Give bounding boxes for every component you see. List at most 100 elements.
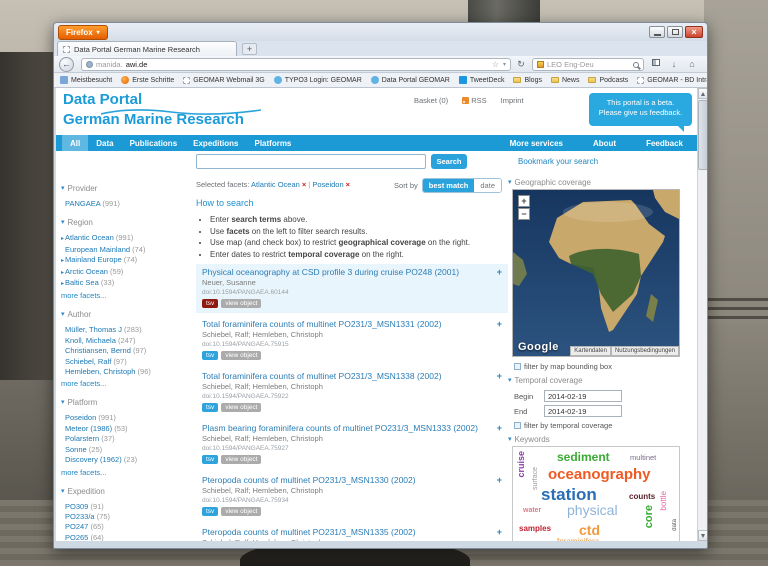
expand-icon[interactable]: + [497, 527, 502, 538]
keyword-surface[interactable]: surface [532, 467, 539, 490]
more-facets-link[interactable]: more facets... [61, 467, 193, 478]
facet-header[interactable]: ▾Expedition [61, 487, 193, 496]
site-identity-icon[interactable] [86, 61, 93, 68]
keyword-data[interactable]: data [672, 519, 678, 531]
result-doi[interactable]: doi:10.1594/PANGAEA.60144 [202, 288, 502, 297]
keyword-physical[interactable]: physical [567, 503, 618, 517]
facet-item[interactable]: Schiebel, Ralf (97) [61, 357, 193, 367]
file-type-badge[interactable]: tsv [202, 403, 218, 412]
search-button[interactable]: Search [431, 154, 467, 169]
facet-link[interactable]: PANGAEA [65, 199, 100, 208]
bookmark-search-link[interactable]: Bookmark your search [518, 157, 598, 166]
result-title-link[interactable]: Physical oceanography at CSD profile 3 d… [202, 267, 459, 278]
sort-best-match-button[interactable]: best match [423, 179, 475, 192]
facet-item[interactable]: Hemleben, Christoph (96) [61, 367, 193, 377]
expand-icon[interactable]: + [497, 423, 502, 434]
facet-item[interactable]: Polarstern (37) [61, 434, 193, 444]
bookmark-item[interactable]: Podcasts [588, 76, 628, 84]
tab-data[interactable]: Data [88, 135, 121, 151]
keyword-oceanography[interactable]: oceanography [548, 467, 651, 482]
facet-link[interactable]: Poseidon [65, 413, 96, 422]
title-bar[interactable]: Firefox ▾ × [54, 23, 707, 41]
file-type-badge[interactable]: tsv [202, 351, 218, 360]
back-button[interactable]: ← [59, 57, 74, 72]
file-type-badge[interactable]: tsv [202, 299, 218, 308]
bookmark-item[interactable]: TweetDeck [459, 76, 505, 84]
facet-item[interactable]: ▸Atlantic Ocean (991) [61, 233, 193, 244]
result-title-link[interactable]: Total foraminifera counts of multinet PO… [202, 319, 442, 330]
expand-icon[interactable]: + [497, 319, 502, 330]
facet-link[interactable]: Christiansen, Bernd [65, 346, 131, 355]
home-button[interactable]: ⌂ [684, 58, 700, 71]
facet-link[interactable]: Arctic Ocean [65, 267, 108, 276]
selected-facet[interactable]: Atlantic Ocean× [251, 180, 306, 189]
keyword-sediment[interactable]: sediment [557, 451, 610, 463]
scroll-down-button[interactable] [698, 530, 707, 541]
geographic-coverage-header[interactable]: ▾ Geographic coverage [508, 178, 694, 187]
sort-date-button[interactable]: date [474, 179, 501, 192]
keyword-bottle[interactable]: bottle [660, 491, 668, 511]
facet-link[interactable]: Mainland Europe [65, 255, 122, 264]
close-button[interactable]: × [685, 26, 703, 38]
expand-icon[interactable]: + [497, 267, 502, 278]
facet-link[interactable]: Hemleben, Christoph [65, 367, 135, 376]
keyword-core[interactable]: core [644, 505, 655, 528]
result-doi[interactable]: doi:10.1594/PANGAEA.75922 [202, 392, 502, 401]
facet-link[interactable]: Müller, Thomas J [65, 325, 122, 334]
facet-item[interactable]: Discovery (1962) (23) [61, 455, 193, 465]
maximize-button[interactable] [667, 26, 683, 38]
view-object-badge[interactable]: view object [221, 507, 261, 516]
facet-link[interactable]: European Mainland [65, 245, 130, 254]
keyword-samples[interactable]: samples [519, 525, 551, 533]
remove-facet-icon[interactable]: × [346, 180, 350, 189]
expand-icon[interactable]: + [497, 371, 502, 382]
facet-link[interactable]: Polarstern [65, 434, 99, 443]
facet-item[interactable]: Poseidon (991) [61, 413, 193, 423]
view-object-badge[interactable]: view object [221, 403, 261, 412]
keyword-water[interactable]: water [523, 507, 541, 514]
selected-facet-label[interactable]: Atlantic Ocean [251, 180, 300, 189]
facet-header[interactable]: ▾Provider [61, 184, 193, 193]
nav-more-services[interactable]: More services [502, 139, 571, 148]
bookmark-item[interactable]: Meistbesucht [60, 76, 112, 84]
result-title-link[interactable]: Pteropoda counts of multinet PO231/3_MSN… [202, 475, 416, 486]
facet-item[interactable]: Knoll, Michaela (247) [61, 336, 193, 346]
expand-icon[interactable]: + [497, 475, 502, 486]
basket-link[interactable]: Basket (0) [414, 96, 448, 105]
map-filter-checkbox[interactable] [514, 363, 521, 370]
more-facets-link[interactable]: more facets... [61, 290, 193, 301]
facet-item[interactable]: Meteor (1986) (53) [61, 424, 193, 434]
result-title-link[interactable]: Plasm bearing foraminifera counts of mul… [202, 423, 478, 434]
result-title-link[interactable]: Pteropoda counts of multinet PO231/3_MSN… [202, 527, 416, 538]
minimize-button[interactable] [649, 26, 665, 38]
bookmark-item[interactable]: News [551, 76, 580, 84]
facet-item[interactable]: ▸Baltic Sea (33) [61, 278, 193, 289]
view-object-badge[interactable]: view object [221, 455, 261, 464]
search-input[interactable] [196, 154, 426, 169]
keyword-cruise[interactable]: cruise [517, 451, 526, 478]
file-type-badge[interactable]: tsv [202, 455, 218, 464]
facet-link[interactable]: Knoll, Michaela [65, 336, 116, 345]
new-tab-button[interactable]: + [242, 43, 257, 55]
facet-header[interactable]: ▾Platform [61, 398, 193, 407]
tab-all[interactable]: All [62, 135, 88, 151]
result-doi[interactable]: doi:10.1594/PANGAEA.75934 [202, 496, 502, 505]
more-facets-link[interactable]: more facets... [61, 378, 193, 389]
file-type-badge[interactable]: tsv [202, 507, 218, 516]
facet-item[interactable]: European Mainland (74) [61, 245, 193, 255]
facet-link[interactable]: Schiebel, Ralf [65, 357, 111, 366]
google-map[interactable]: + − Google Kartendaten Nutzungsbedingung… [512, 189, 680, 357]
selected-facet-label[interactable]: Poseidon [312, 180, 343, 189]
temporal-coverage-header[interactable]: ▾ Temporal coverage [508, 376, 583, 385]
imprint-link[interactable]: Imprint [501, 96, 524, 105]
bookmark-item[interactable]: Data Portal GEOMAR [371, 76, 450, 84]
facet-link[interactable]: Sonne [65, 445, 87, 454]
facet-link[interactable]: Discovery (1962) [65, 455, 122, 464]
facet-item[interactable]: PO309 (91) [61, 502, 193, 512]
page-scrollbar[interactable] [697, 88, 707, 541]
bookmark-item[interactable]: Blogs [513, 76, 542, 84]
end-date-input[interactable] [544, 405, 622, 417]
bookmark-item[interactable]: Erste Schritte [121, 76, 174, 84]
facet-item[interactable]: PO247 (65) [61, 522, 193, 532]
facet-header[interactable]: ▾Author [61, 310, 193, 319]
